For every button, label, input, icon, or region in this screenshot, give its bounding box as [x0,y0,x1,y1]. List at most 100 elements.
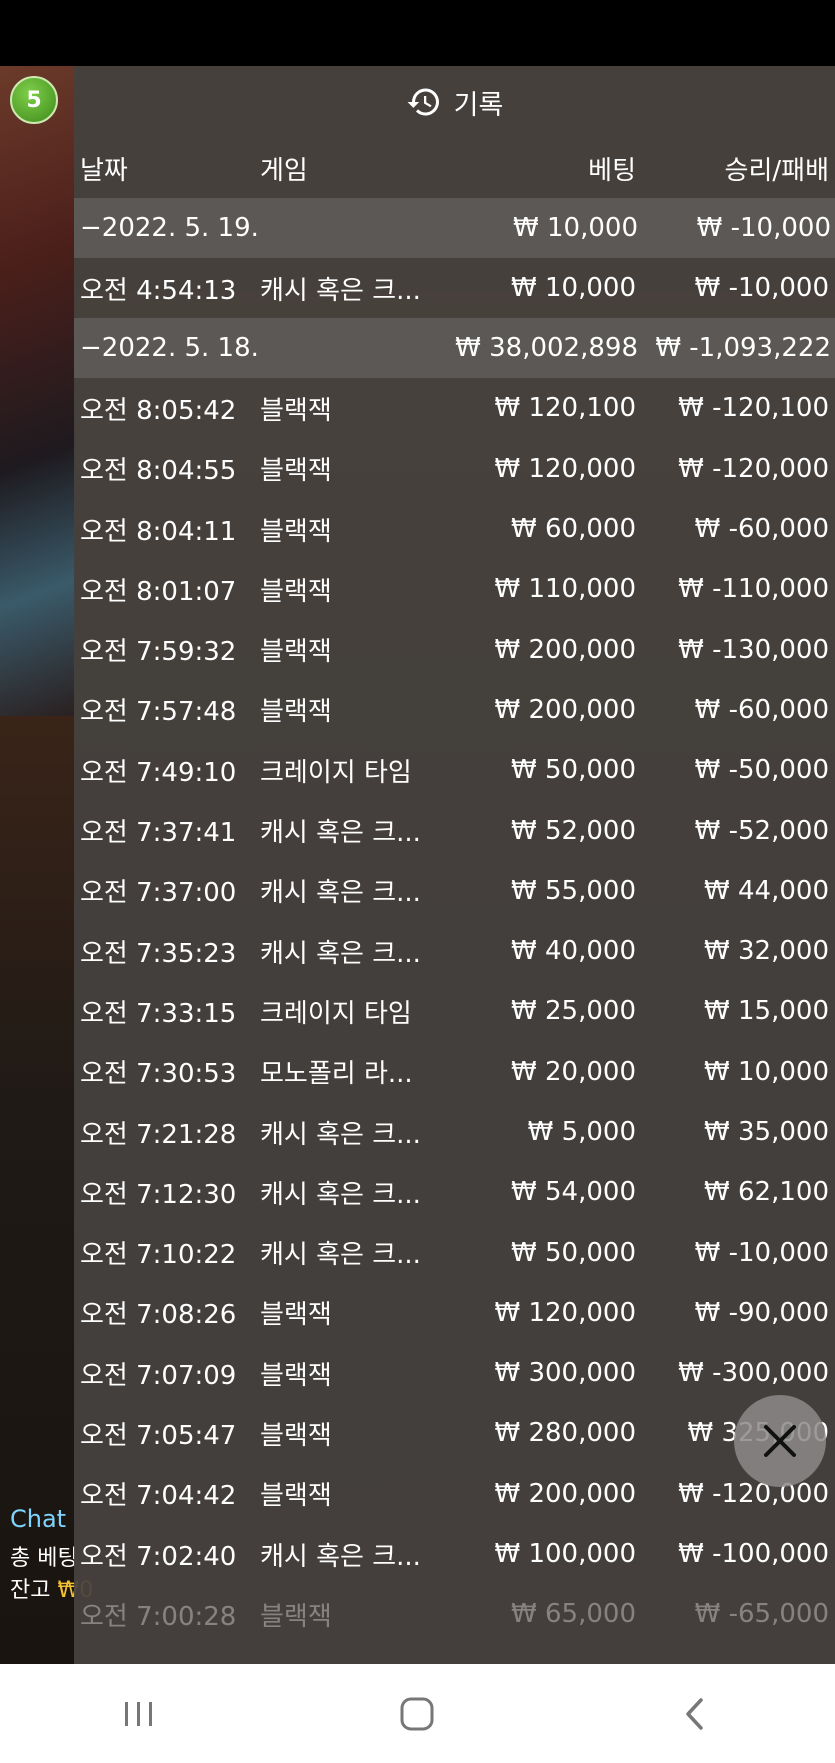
row-bet: ₩ 100,000 [494,1539,637,1570]
table-row[interactable]: 오전 7:12:30 캐시 혹은 크... ₩ 54,000 ₩ 62,100 [74,1162,835,1222]
row-game: 블랙잭 [260,456,332,487]
row-bet: ₩ 50,000 [511,755,636,786]
home-icon [400,1697,434,1730]
row-bet: ₩ 120,000 [494,1297,637,1328]
row-game: 캐시 혹은 크... [260,938,421,969]
row-game: 블랙잭 [260,1601,332,1632]
row-bet: ₩ 200,000 [494,1478,637,1509]
table-row[interactable]: 오전 4:54:13 캐시 혹은 크... ₩ 10,000 ₩ -10,000 [74,258,835,318]
row-date: 오전 7:05:47 [80,1420,237,1451]
row-bet: ₩ 280,000 [494,1418,637,1449]
table-row[interactable]: 오전 8:01:07 블랙잭 ₩ 110,000 ₩ -110,000 [74,559,835,619]
row-bet: ₩ 55,000 [511,875,636,906]
row-game: 캐시 혹은 크... [260,275,421,306]
table-header: 날짜 게임 베팅 승리/패배 [74,138,835,198]
row-bet: ₩ 40,000 [511,936,636,967]
navigation-bar [0,1664,835,1763]
row-date: 오전 7:12:30 [80,1179,237,1210]
row-date: 오전 8:04:11 [80,516,237,547]
status-bar [0,0,835,66]
row-game: 블랙잭 [260,576,332,607]
row-result: ₩ -60,000 [694,694,829,725]
table-row[interactable]: 오전 7:57:48 블랙잭 ₩ 200,000 ₩ -60,000 [74,680,835,740]
dealer-image [0,66,75,716]
row-result: ₩ -50,000 [694,755,829,786]
row-game: 블랙잭 [260,1481,332,1512]
row-game: 블랙잭 [260,697,332,728]
row-result: ₩ 10,000 [704,1056,829,1087]
date-group-row[interactable]: −2022. 5. 19. ₩ 10,000 ₩ -10,000 [74,198,835,258]
table-row[interactable]: 오전 7:59:32 블랙잭 ₩ 200,000 ₩ -130,000 [74,619,835,679]
row-result: ₩ 32,000 [704,936,829,967]
table-row[interactable]: 오전 7:04:42 블랙잭 ₩ 200,000 ₩ -120,000 [74,1464,835,1524]
row-game: 캐시 혹은 크... [260,1179,421,1210]
history-list: −2022. 5. 19. ₩ 10,000 ₩ -10,000 오전 4:54:13… [74,198,835,1645]
panel-title: 기록 [453,89,504,121]
row-game: 캐시 혹은 크... [260,1541,421,1572]
table-row[interactable]: 오전 7:33:15 크레이지 타임 ₩ 25,000 ₩ 15,000 [74,981,835,1041]
table-row[interactable]: 오전 8:04:11 블랙잭 ₩ 60,000 ₩ -60,000 [74,499,835,559]
row-date: 오전 7:59:32 [80,637,237,668]
row-game: 크레이지 타임 [260,998,412,1029]
table-row[interactable]: 오전 7:10:22 캐시 혹은 크... ₩ 50,000 ₩ -10,000 [74,1222,835,1282]
close-icon [764,1425,796,1457]
row-date: 오전 7:21:28 [80,1119,237,1150]
table-row[interactable]: 오전 7:21:28 캐시 혹은 크... ₩ 5,000 ₩ 35,000 [74,1102,835,1162]
row-date: 오전 7:33:15 [80,998,237,1029]
row-bet: ₩ 120,000 [494,453,637,484]
table-row[interactable]: 오전 7:37:00 캐시 혹은 크... ₩ 55,000 ₩ 44,000 [74,861,835,921]
table-row[interactable]: 오전 8:05:42 블랙잭 ₩ 120,100 ₩ -120,100 [74,378,835,438]
history-panel: 기록 날짜 게임 베팅 승리/패배 −2022. 5. 19. ₩ 10,000 ₩… [74,66,835,1664]
row-result: ₩ 15,000 [704,996,829,1027]
row-date: −2022. 5. 19. [80,213,259,243]
row-game: 블랙잭 [260,637,332,668]
row-game: 블랙잭 [260,1420,332,1451]
row-bet: ₩ 300,000 [494,1358,637,1389]
row-game: 블랙잭 [260,516,332,547]
row-date: 오전 7:37:41 [80,818,237,849]
row-date: 오전 7:08:26 [80,1300,237,1331]
table-row[interactable]: 오전 7:02:40 캐시 혹은 크... ₩ 100,000 ₩ -100,000 [74,1524,835,1584]
row-result: ₩ -120,100 [678,393,829,424]
row-date: 오전 8:01:07 [80,576,237,607]
home-button[interactable] [377,1684,457,1744]
row-game: 블랙잭 [260,1300,332,1331]
row-date: 오전 7:57:48 [80,697,237,728]
table-row[interactable]: 오전 7:35:23 캐시 혹은 크... ₩ 40,000 ₩ 32,000 [74,921,835,981]
row-date: 오전 4:54:13 [80,275,237,306]
row-bet: ₩ 20,000 [511,1056,636,1087]
row-date: −2022. 5. 18. [80,333,259,364]
row-date: 오전 7:49:10 [80,757,237,788]
close-button[interactable] [734,1395,826,1487]
row-bet: ₩ 10,000 [513,213,638,243]
table-row[interactable]: 오전 7:37:41 캐시 혹은 크... ₩ 52,000 ₩ -52,000 [74,800,835,860]
table-row[interactable]: 오전 8:04:55 블랙잭 ₩ 120,000 ₩ -120,000 [74,439,835,499]
row-result: ₩ -130,000 [678,634,829,665]
row-bet: ₩ 54,000 [511,1177,636,1208]
row-result: ₩ 62,100 [704,1177,829,1208]
column-date: 날짜 [80,155,128,186]
table-row[interactable]: 오전 7:07:09 블랙잭 ₩ 300,000 ₩ -300,000 [74,1343,835,1403]
back-button[interactable] [656,1684,736,1744]
row-date: 오전 7:35:23 [80,938,237,969]
column-result: 승리/패배 [724,155,829,186]
row-result: ₩ -100,000 [678,1539,829,1570]
recent-apps-button[interactable] [99,1684,179,1744]
table-row[interactable]: 오전 7:05:47블랙잭₩ 280,000₩ 325,000 [74,1403,835,1463]
table-row[interactable]: 오전 7:00:28 블랙잭 ₩ 65,000 ₩ -65,000 [74,1584,835,1644]
recent-apps-icon [125,1701,153,1726]
table-row[interactable]: 오전 7:30:53 모노폴리 라... ₩ 20,000 ₩ 10,000 [74,1042,835,1102]
row-date: 오전 7:04:42 [80,1481,237,1512]
row-bet: ₩ 120,100 [494,393,637,424]
row-result: ₩ -120,000 [678,1478,829,1509]
table-row[interactable]: 오전 7:08:26 블랙잭 ₩ 120,000 ₩ -90,000 [74,1283,835,1343]
row-date: 오전 7:37:00 [80,878,237,909]
chat-button[interactable]: Chat [10,1505,66,1533]
row-bet: ₩ 60,000 [511,514,636,545]
table-row[interactable]: 오전 7:49:10 크레이지 타임 ₩ 50,000 ₩ -50,000 [74,740,835,800]
row-date: 오전 7:02:40 [80,1541,237,1572]
row-game: 모노폴리 라... [260,1059,413,1090]
level-badge[interactable]: 5 [10,76,58,124]
date-group-row[interactable]: −2022. 5. 18. ₩ 38,002,898 ₩ -1,093,222 [74,318,835,379]
row-game: 캐시 혹은 크... [260,1240,421,1271]
